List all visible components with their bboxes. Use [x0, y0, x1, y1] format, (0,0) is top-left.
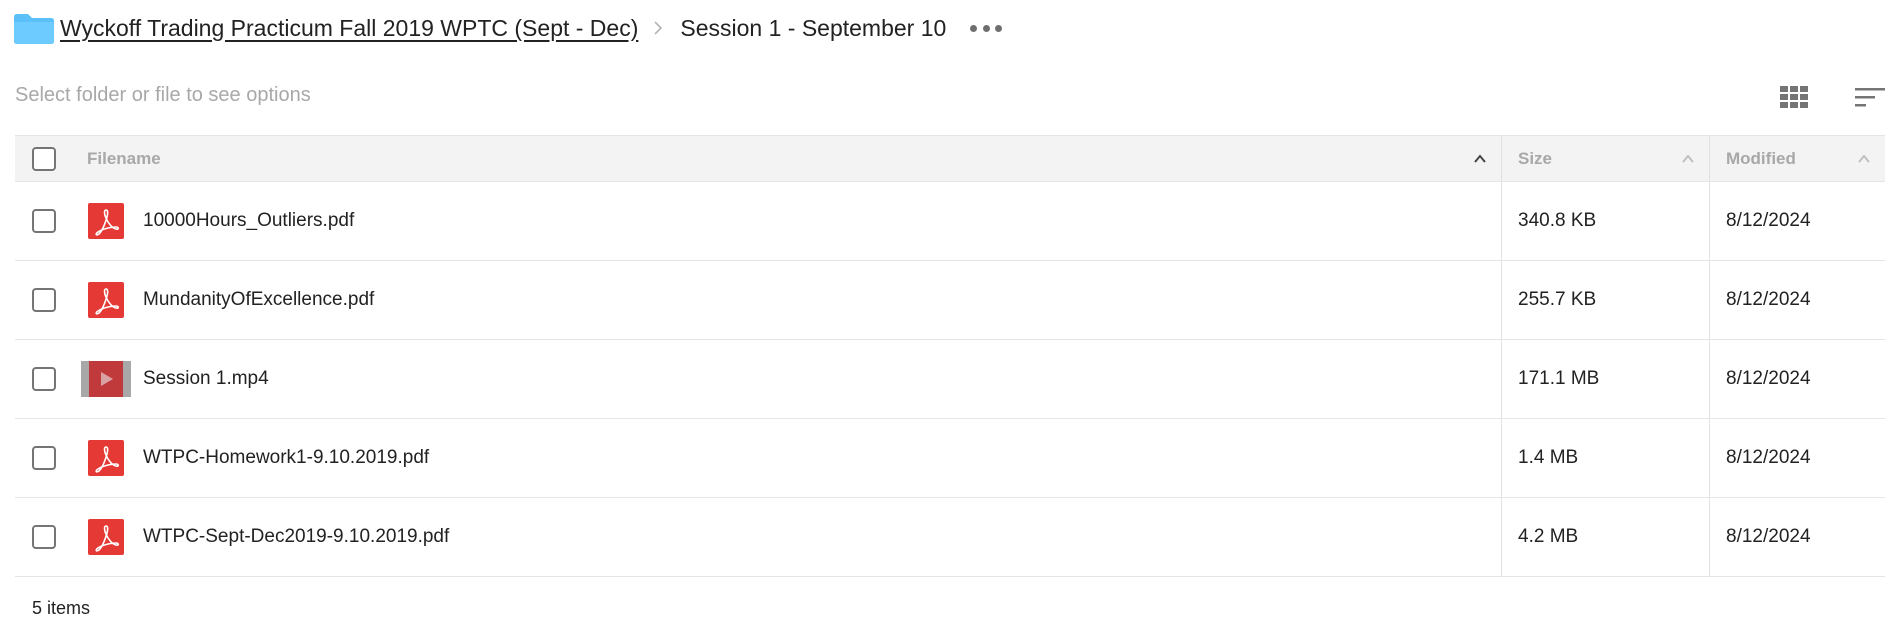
modified-header-label: Modified	[1726, 148, 1796, 168]
table-row[interactable]: 10000Hours_Outliers.pdf 340.8 KB 8/12/20…	[15, 182, 1885, 261]
file-name[interactable]: 10000Hours_Outliers.pdf	[143, 210, 354, 232]
file-name[interactable]: WTPC-Sept-Dec2019-9.10.2019.pdf	[143, 526, 449, 548]
breadcrumb: Wyckoff Trading Practicum Fall 2019 WPTC…	[14, 8, 1003, 48]
table-row[interactable]: WTPC-Sept-Dec2019-9.10.2019.pdf 4.2 MB 8…	[15, 498, 1885, 577]
file-size: 1.4 MB	[1518, 447, 1579, 468]
file-name[interactable]: Session 1.mp4	[143, 368, 269, 390]
selection-hint: Select folder or file to see options	[15, 84, 311, 106]
chevron-up-icon	[1858, 154, 1870, 163]
file-size: 171.1 MB	[1518, 368, 1600, 389]
column-header-modified[interactable]: Modified	[1709, 136, 1885, 181]
table-header: Filename Size Modified	[15, 135, 1885, 182]
item-count: 5 items	[32, 598, 91, 618]
table-row[interactable]: WTPC-Homework1-9.10.2019.pdf 1.4 MB 8/12…	[15, 419, 1885, 498]
filename-header-label: Filename	[87, 148, 161, 168]
pdf-icon	[81, 518, 131, 556]
file-modified: 8/12/2024	[1726, 368, 1811, 389]
table-row[interactable]: MundanityOfExcellence.pdf 255.7 KB 8/12/…	[15, 261, 1885, 340]
file-name[interactable]: WTPC-Homework1-9.10.2019.pdf	[143, 447, 429, 469]
column-header-size[interactable]: Size	[1501, 136, 1709, 181]
more-options-icon[interactable]	[970, 20, 1003, 36]
file-modified: 8/12/2024	[1726, 210, 1811, 231]
chevron-up-icon	[1682, 154, 1694, 163]
pdf-icon	[81, 439, 131, 477]
row-checkbox[interactable]	[32, 209, 56, 233]
video-icon	[81, 360, 131, 398]
file-size: 255.7 KB	[1518, 289, 1597, 310]
file-modified: 8/12/2024	[1726, 447, 1811, 468]
sort-icon[interactable]	[1855, 86, 1885, 108]
chevron-right-icon	[654, 21, 663, 35]
file-table: Filename Size Modified 10000Hours_Outlie…	[15, 135, 1885, 577]
pdf-icon	[81, 202, 131, 240]
folder-icon	[14, 14, 54, 44]
size-header-label: Size	[1518, 148, 1553, 168]
row-checkbox[interactable]	[32, 288, 56, 312]
table-row[interactable]: Session 1.mp4 171.1 MB 8/12/2024	[15, 340, 1885, 419]
select-all-checkbox[interactable]	[32, 146, 56, 171]
pdf-icon	[81, 281, 131, 319]
file-size: 340.8 KB	[1518, 210, 1597, 231]
row-checkbox[interactable]	[32, 446, 56, 470]
column-header-filename[interactable]: Filename	[73, 136, 1501, 181]
file-modified: 8/12/2024	[1726, 526, 1811, 547]
grid-view-icon[interactable]	[1780, 86, 1808, 108]
row-checkbox[interactable]	[32, 525, 56, 549]
breadcrumb-current-folder: Session 1 - September 10	[680, 14, 947, 41]
breadcrumb-parent-folder-link[interactable]: Wyckoff Trading Practicum Fall 2019 WPTC…	[60, 15, 638, 42]
file-size: 4.2 MB	[1518, 526, 1579, 547]
file-name[interactable]: MundanityOfExcellence.pdf	[143, 289, 374, 311]
chevron-up-icon	[1474, 153, 1486, 163]
file-modified: 8/12/2024	[1726, 289, 1811, 310]
row-checkbox[interactable]	[32, 367, 56, 391]
